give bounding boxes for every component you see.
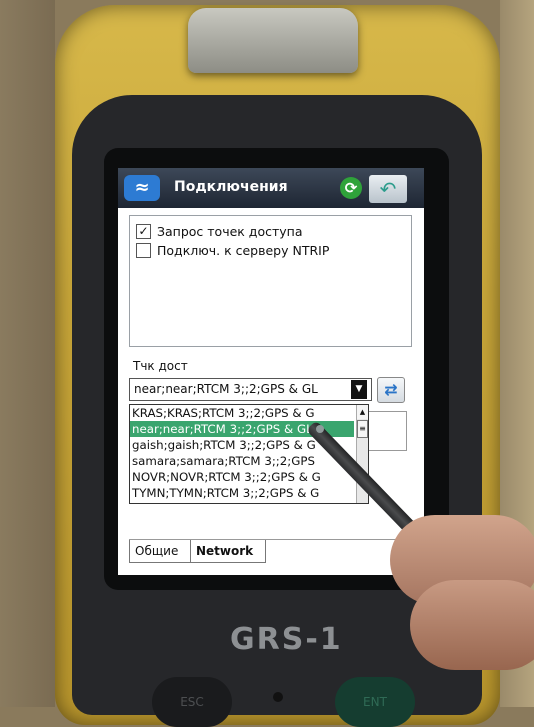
ent-key[interactable]: ENT — [335, 677, 415, 727]
list-item[interactable]: samara;samara;RTCM 3;;2;GPS — [130, 453, 354, 469]
device-antenna-cap — [188, 8, 358, 73]
mountpoint-select[interactable]: near;near;RTCM 3;;2;GPS & GL — [129, 378, 372, 401]
app-logo-icon[interactable]: ≈ — [124, 175, 160, 201]
chevron-down-icon[interactable]: ▼ — [351, 380, 367, 399]
back-arrow-icon: ↶ — [379, 177, 397, 201]
ntrip-connect-label: Подключ. к серверу NTRIP — [157, 242, 330, 258]
stylus-tip — [316, 425, 324, 433]
app-screen: ≈ Подключения ⟳ ↶ ✓ Запрос точек доступа… — [118, 168, 424, 575]
list-item[interactable]: TYMN;TYMN;RTCM 3;;2;GPS & G — [130, 485, 354, 501]
title-bar: ≈ Подключения ⟳ ↶ — [118, 168, 424, 208]
background-control — [367, 411, 407, 451]
request-access-points-label: Запрос точек доступа — [157, 223, 303, 239]
tab-strip: Общие Network — [129, 539, 419, 564]
mountpoint-label: Тчк дост — [133, 359, 188, 373]
scroll-thumb[interactable]: ≡ — [357, 420, 368, 438]
esc-key[interactable]: ESC — [152, 677, 232, 727]
page-title: Подключения — [174, 179, 288, 195]
list-item[interactable]: NOVR;NOVR;RTCM 3;;2;GPS & G — [130, 469, 354, 485]
hand-finger — [410, 580, 534, 670]
refresh-icon: ⟳ — [344, 179, 358, 197]
device-brand-label: GRS-1 — [230, 622, 343, 657]
scroll-up-icon[interactable]: ▲ — [357, 405, 368, 419]
device-indicator — [273, 692, 283, 702]
request-access-points-option[interactable]: ✓ Запрос точек доступа — [136, 222, 302, 240]
ntrip-connect-checkbox[interactable] — [136, 242, 151, 258]
background-surface-left — [0, 0, 55, 707]
ntrip-connect-option[interactable]: Подключ. к серверу NTRIP — [136, 241, 329, 259]
request-access-points-checkbox[interactable]: ✓ — [136, 223, 151, 239]
tab-network[interactable]: Network — [190, 540, 266, 563]
refresh-mountpoints-button[interactable]: ⇄ — [377, 377, 405, 403]
sync-icon: ⇄ — [384, 380, 398, 399]
list-item[interactable]: KRAS;KRAS;RTCM 3;;2;GPS & G — [130, 405, 354, 421]
back-button[interactable]: ↶ — [369, 175, 407, 203]
refresh-button[interactable]: ⟳ — [340, 177, 362, 199]
connection-options-panel: ✓ Запрос точек доступа Подключ. к сервер… — [129, 215, 412, 347]
tab-general[interactable]: Общие — [129, 540, 191, 563]
